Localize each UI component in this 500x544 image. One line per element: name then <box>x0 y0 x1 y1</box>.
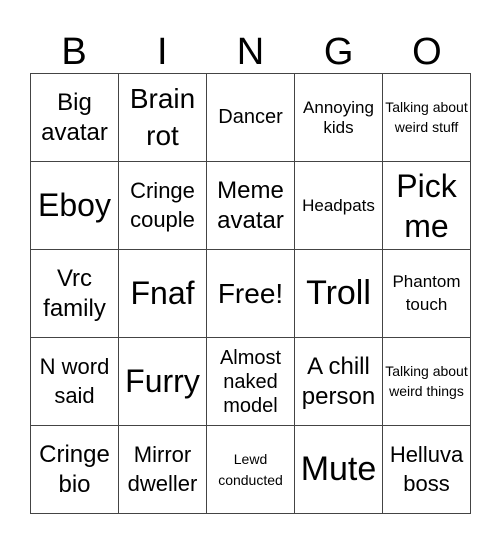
cell-text: Fnaf <box>130 274 195 311</box>
bingo-cell[interactable]: Mirror dweller <box>119 426 207 514</box>
cell-text: Mute <box>300 450 377 489</box>
bingo-cell[interactable]: Annoying kids <box>295 74 383 162</box>
bingo-cell[interactable]: Pick me <box>383 162 471 250</box>
cell-text: Eboy <box>38 186 111 223</box>
bingo-cell[interactable]: Meme avatar <box>207 162 295 250</box>
cell-text: N word said <box>39 353 110 408</box>
cell-text: Almost naked model <box>219 346 282 417</box>
bingo-cell[interactable]: Mute <box>295 426 383 514</box>
bingo-cell[interactable]: A chill person <box>295 338 383 426</box>
cell-text: Brain rot <box>129 83 196 151</box>
header-letter-n: N <box>236 31 265 73</box>
bingo-cell[interactable]: Headpats <box>295 162 383 250</box>
header-letter-i: I <box>157 31 168 73</box>
free-space-text: Free! <box>217 277 284 309</box>
header-letter-g: G <box>323 31 354 73</box>
cell-text: Talking about weird stuff <box>385 98 468 135</box>
header-letter-b: B <box>61 31 87 73</box>
cell-text: A chill person <box>301 352 376 410</box>
cell-text: Talking about weird things <box>385 362 468 399</box>
cell-text: Cringe couple <box>130 177 195 232</box>
bingo-cell[interactable]: Furry <box>119 338 207 426</box>
bingo-cell[interactable]: Brain rot <box>119 74 207 162</box>
cell-text: Annoying kids <box>303 98 374 137</box>
cell-text: Cringe bio <box>39 440 110 498</box>
cell-text: Furry <box>125 362 200 399</box>
cell-text: Vrc family <box>43 264 106 322</box>
cell-text: Big avatar <box>41 88 108 146</box>
bingo-cell[interactable]: Lewd conducted <box>207 426 295 514</box>
bingo-cell[interactable]: Phantom touch <box>383 250 471 338</box>
bingo-cell[interactable]: N word said <box>31 338 119 426</box>
bingo-cell[interactable]: Talking about weird stuff <box>383 74 471 162</box>
bingo-cell[interactable]: Almost naked model <box>207 338 295 426</box>
cell-text: Lewd conducted <box>218 450 283 488</box>
bingo-cell[interactable]: Dancer <box>207 74 295 162</box>
bingo-cell[interactable]: Cringe couple <box>119 162 207 250</box>
cell-text: Pick me <box>396 167 457 244</box>
bingo-cell[interactable]: Fnaf <box>119 250 207 338</box>
bingo-cell[interactable]: Helluva boss <box>383 426 471 514</box>
bingo-header: B I N G O <box>30 30 471 74</box>
bingo-cell[interactable]: Big avatar <box>31 74 119 162</box>
free-space-cell[interactable]: Free! <box>207 250 295 338</box>
bingo-cell[interactable]: Troll <box>295 250 383 338</box>
bingo-cell[interactable]: Talking about weird things <box>383 338 471 426</box>
cell-text: Dancer <box>218 106 283 129</box>
bingo-cell[interactable]: Eboy <box>31 162 119 250</box>
bingo-grid: Big avatar Brain rot Dancer Annoying kid… <box>30 73 471 514</box>
cell-text: Phantom touch <box>392 272 461 314</box>
bingo-cell[interactable]: Vrc family <box>31 250 119 338</box>
header-letter-o: O <box>412 31 442 73</box>
cell-text: Troll <box>306 274 371 313</box>
cell-text: Meme avatar <box>217 176 284 234</box>
cell-text: Headpats <box>302 195 375 215</box>
bingo-cell[interactable]: Cringe bio <box>31 426 119 514</box>
cell-text: Helluva boss <box>389 441 464 496</box>
cell-text: Mirror dweller <box>127 441 198 496</box>
